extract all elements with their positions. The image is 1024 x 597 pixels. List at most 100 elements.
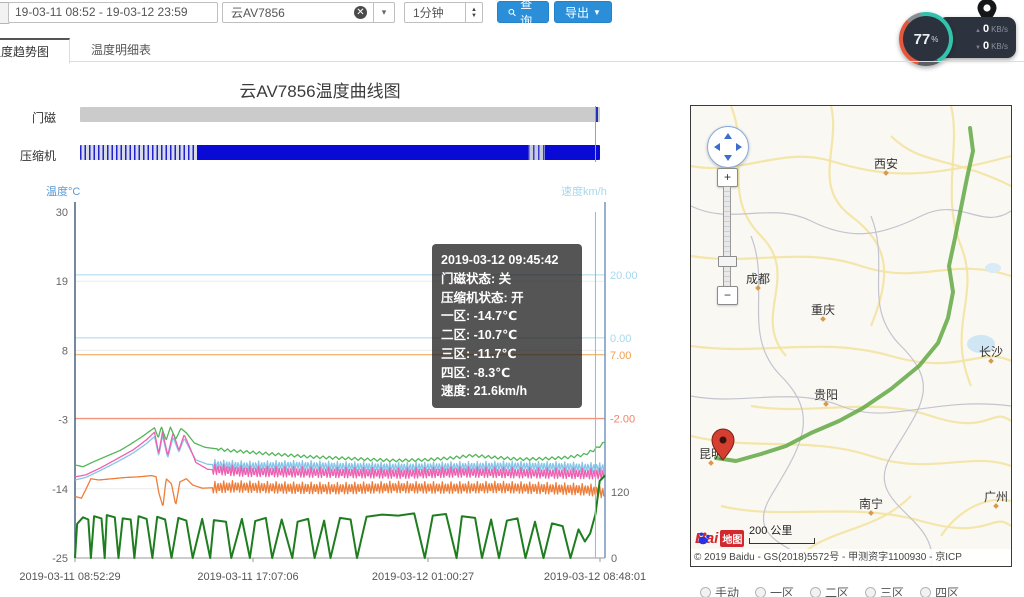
threshold-label: -2.00: [610, 413, 635, 425]
door-bar-label: 门磁: [0, 109, 56, 126]
checkbox-icon[interactable]: [700, 587, 711, 597]
map-canvas[interactable]: 西安成都重庆长沙贵阳昆明南宁广州: [691, 106, 1011, 566]
map-pan-control[interactable]: [707, 126, 749, 168]
map-marker-pin-hole: [720, 437, 727, 444]
compressor-state-bar[interactable]: [80, 145, 600, 160]
map-city-label: 成都: [746, 272, 770, 286]
tab-trend-chart-label: 温度趋势图: [0, 43, 49, 60]
map-road: [691, 256, 1011, 276]
chart-tooltip: 2019-03-12 09:45:42 门磁状态: 关压缩机状态: 开一区: -…: [432, 244, 582, 408]
y-left-tick-label: 19: [56, 276, 68, 288]
y-right-tick-label: 120: [611, 487, 629, 499]
interval-value: 1分钟: [404, 2, 466, 23]
pan-down-icon[interactable]: [724, 155, 732, 161]
gauge-percent-sign: %: [931, 35, 938, 44]
pan-up-icon[interactable]: [724, 133, 732, 139]
tab-temperature-table-label: 温度明细表: [91, 41, 151, 58]
vehicle-select[interactable]: 云AV7856 ✕ ▾: [222, 2, 395, 23]
zoom-in-button[interactable]: +: [717, 168, 738, 187]
series-line-一区: [75, 476, 605, 506]
x-tick-label: 2019-03-12 08:48:01: [544, 571, 646, 583]
query-button[interactable]: 查询: [497, 1, 549, 23]
gauge-percent-value: 77: [914, 31, 931, 48]
y-left-tick-label: -25: [52, 553, 68, 565]
percent-gauge[interactable]: 77 %: [899, 12, 953, 66]
map-city-dot: [820, 316, 826, 322]
legend-item-label: 一区: [770, 584, 794, 597]
map-city-dot: [868, 510, 874, 516]
map-attribution: © 2019 Baidu - GS(2018)5572号 - 甲测资字11009…: [691, 549, 1011, 566]
y-left-tick-label: -14: [52, 484, 68, 496]
stepper-icon[interactable]: ▲▼: [466, 2, 483, 23]
tooltip-time: 2019-03-12 09:45:42: [441, 251, 573, 270]
map-border-line: [691, 206, 1011, 234]
tab-temperature-table[interactable]: 温度明细表: [76, 38, 166, 61]
export-button[interactable]: 导出 ▼: [554, 1, 612, 23]
checkbox-icon[interactable]: [920, 587, 931, 597]
map-city-dot: [988, 358, 994, 364]
interval-select[interactable]: 1分钟 ▲▼: [404, 2, 483, 23]
upload-arrow-icon: ▲: [975, 28, 981, 34]
pan-right-icon[interactable]: [736, 143, 742, 151]
vehicle-route-line: [716, 128, 973, 461]
chevron-down-icon[interactable]: ▾: [374, 2, 395, 23]
export-button-label: 导出: [565, 4, 589, 21]
zoom-out-button[interactable]: −: [717, 286, 738, 305]
y-left-tick-label: -3: [58, 415, 68, 427]
date-range-input[interactable]: 19-03-11 08:52 - 19-03-12 23:59: [8, 2, 218, 23]
chart-title: 云AV7856温度曲线图: [0, 77, 640, 102]
map-city-label: 西安: [874, 156, 898, 171]
clear-icon[interactable]: ✕: [354, 6, 367, 19]
legend-item-label: 三区: [880, 584, 904, 597]
compressor-segment-on: [197, 145, 528, 160]
map-lake: [985, 263, 1001, 273]
x-tick-label: 2019-03-11 17:07:06: [197, 571, 298, 583]
search-icon: [508, 7, 516, 18]
zoom-slider-handle[interactable]: [718, 256, 737, 267]
map-city-label: 贵阳: [814, 388, 838, 402]
tooltip-row: 二区: -10.7℃: [441, 326, 573, 345]
tab-trend-chart[interactable]: 温度趋势图: [0, 38, 70, 64]
y-left-tick-label: 8: [62, 345, 68, 357]
threshold-label: 0.00: [610, 333, 631, 345]
checkbox-icon[interactable]: [755, 587, 766, 597]
legend-item-四区[interactable]: 四区: [920, 584, 959, 597]
compressor-segment-on: [545, 145, 600, 160]
map-city-label: 南宁: [859, 496, 883, 511]
baidu-logo-map-text: 地图: [720, 530, 744, 547]
compressor-segment-mixed: [80, 145, 197, 160]
zoom-slider-track[interactable]: [723, 186, 731, 288]
download-arrow-icon: ▼: [975, 45, 981, 51]
compressor-segment-mixed-light: [528, 145, 545, 160]
map-city-dot: [708, 460, 714, 466]
tooltip-row: 门磁状态: 关: [441, 270, 573, 289]
query-button-label: 查询: [520, 0, 538, 29]
y-right-tick-label: 0: [611, 553, 617, 565]
baidu-map[interactable]: 西安成都重庆长沙贵阳昆明南宁广州 + − Bai 地图 200 公里 ©: [690, 105, 1012, 567]
legend-item-label: 四区: [935, 584, 959, 597]
tooltip-row: 一区: -14.7℃: [441, 307, 573, 326]
legend-item-label: 二区: [825, 584, 849, 597]
threshold-label: 20.00: [610, 270, 638, 282]
caret-down-icon: ▼: [593, 8, 601, 17]
pan-left-icon[interactable]: [714, 143, 720, 151]
upload-speed: ▲ 0KB/s: [975, 23, 1008, 35]
map-border-line: [691, 396, 1011, 413]
map-city-dot: [993, 503, 999, 509]
download-speed: ▼ 0KB/s: [975, 40, 1008, 52]
map-city-dot: [883, 170, 889, 176]
checkbox-icon[interactable]: [810, 587, 821, 597]
x-tick-label: 2019-03-11 08:52:29: [19, 571, 120, 583]
door-open-tick: [596, 107, 598, 122]
compressor-bar-label: 压缩机: [0, 147, 56, 164]
legend-item-一区[interactable]: 一区: [755, 584, 794, 597]
map-city-label: 重庆: [811, 303, 835, 317]
legend-item-手动[interactable]: 手动: [700, 584, 739, 597]
door-state-bar[interactable]: [80, 107, 600, 122]
legend-item-二区[interactable]: 二区: [810, 584, 849, 597]
y-left-tick-label: 30: [56, 207, 68, 219]
tabs-divider: [0, 61, 1024, 62]
map-scale-bar: [749, 538, 815, 544]
legend-item-三区[interactable]: 三区: [865, 584, 904, 597]
checkbox-icon[interactable]: [865, 587, 876, 597]
